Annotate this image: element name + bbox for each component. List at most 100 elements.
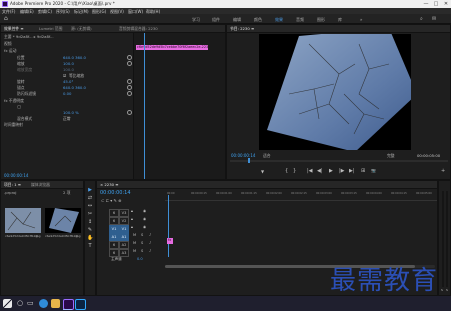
effect-clip-bar[interactable]: c6e9d52de9d5b7cebbe70f6f2aeec2e-2239.jpg: [136, 45, 208, 50]
workspace-graphics[interactable]: 图形: [317, 17, 325, 23]
keyframe-toggle-icon[interactable]: [127, 55, 132, 60]
selection-tool-icon[interactable]: ▶: [87, 187, 93, 193]
workspace-effects[interactable]: 效果: [275, 17, 283, 23]
tab-audio-clip-mixer[interactable]: 音频剪辑混合器: 2230: [119, 26, 158, 32]
step-forward-button[interactable]: |▶: [339, 168, 345, 174]
param-scale-value[interactable]: 100.0: [63, 61, 74, 66]
workspace-learning[interactable]: 学习: [192, 17, 200, 23]
program-monitor-panel: 节目: 2230 ≡ 00:00:00:14 适合 完整 00:00:05:00: [226, 24, 451, 180]
param-anchor-value[interactable]: 640.0 360.0: [63, 85, 86, 90]
project-item-thumbnail[interactable]: [45, 208, 81, 233]
task-view-icon[interactable]: ▭: [27, 299, 34, 307]
tab-media-browser[interactable]: 媒体浏览器: [31, 182, 50, 188]
solo-button[interactable]: S: [141, 241, 143, 245]
playback-quality-select[interactable]: 完整: [387, 153, 395, 159]
go-to-out-button[interactable]: ▶|: [349, 168, 355, 174]
solo-button[interactable]: S: [141, 233, 143, 237]
notification-icon[interactable]: ✉: [432, 16, 436, 22]
keyframe-toggle-icon[interactable]: [127, 85, 132, 90]
go-to-in-button[interactable]: |◀: [307, 168, 313, 174]
hand-tool-icon[interactable]: ✋: [87, 235, 93, 241]
windows-start-icon[interactable]: [3, 299, 12, 308]
tab-source[interactable]: 源: (无剪辑): [71, 26, 92, 32]
razor-tool-icon[interactable]: ✂: [87, 211, 93, 217]
eye-icon[interactable]: ◉: [143, 217, 146, 221]
add-marker-button[interactable]: ▼: [261, 169, 264, 174]
effect-controls-timecode[interactable]: 00:00:00:14: [4, 173, 28, 178]
audio-meter-solo-left[interactable]: S: [441, 288, 443, 292]
workspace-editing[interactable]: 编辑: [233, 17, 241, 23]
mute-button[interactable]: M: [133, 249, 136, 253]
solo-button[interactable]: S: [141, 249, 143, 253]
mark-in-button[interactable]: {: [285, 168, 288, 174]
file-explorer-icon[interactable]: [51, 299, 60, 308]
ripple-edit-tool-icon[interactable]: ↔: [87, 203, 93, 209]
tab-lumetri-scopes[interactable]: Lumetri 范围: [39, 26, 62, 32]
effect-playhead[interactable]: [144, 33, 145, 179]
export-frame-button[interactable]: 📷: [371, 168, 376, 173]
photoshop-taskbar-icon[interactable]: [75, 299, 86, 310]
timeline-timecode[interactable]: 00:00:00:14: [100, 190, 131, 196]
snap-icon[interactable]: ⊂ ⊏ ▾ ✎ ⊕: [101, 198, 122, 203]
audio-meter-solo-right[interactable]: S: [446, 288, 448, 292]
mark-out-button[interactable]: }: [293, 168, 296, 174]
lock-icon[interactable]: 🔒︎: [131, 209, 133, 213]
program-playhead[interactable]: [248, 158, 250, 163]
track-header-v1: V1 V1 🔒︎ ◉: [97, 223, 165, 233]
slip-tool-icon[interactable]: ↕: [87, 219, 93, 225]
mic-icon[interactable]: ♪: [149, 233, 151, 237]
mute-button[interactable]: M: [133, 233, 136, 237]
step-back-button[interactable]: ◀|: [317, 168, 323, 174]
maximize-button[interactable]: □: [431, 0, 441, 8]
workspace-libraries[interactable]: 库: [338, 17, 342, 23]
timeline-ruler[interactable]: 00:00 00:00:00:15 00:00:01:00 00:00:01:1…: [165, 191, 437, 201]
play-button[interactable]: ▶: [329, 168, 333, 174]
search-icon[interactable]: ⌕: [420, 16, 423, 22]
blend-mode-value[interactable]: 正常: [63, 116, 71, 122]
tab-sequence[interactable]: × 2230 ≡: [100, 182, 118, 187]
param-scale-width-value[interactable]: 100.0: [63, 67, 74, 72]
workspace-more[interactable]: »: [360, 17, 362, 22]
home-icon[interactable]: ⌂: [4, 15, 8, 22]
param-position-value[interactable]: 640.0 360.0: [63, 55, 86, 60]
tab-project[interactable]: 项目: 1 ≡: [4, 182, 21, 188]
lock-icon[interactable]: 🔒︎: [131, 225, 133, 229]
program-monitor-title[interactable]: 节目: 2230 ≡: [230, 26, 254, 32]
param-antiflicker-value[interactable]: 0.00: [63, 91, 71, 96]
lift-button[interactable]: ⊞: [361, 168, 365, 174]
tab-effect-controls[interactable]: 效果控件 ≡: [4, 26, 24, 32]
keyframe-toggle-icon[interactable]: [127, 91, 132, 96]
timeline-clip-v1[interactable]: fx: [167, 238, 173, 244]
time-remap-label[interactable]: 时间重映射: [4, 122, 23, 128]
workspace-audio[interactable]: 音频: [296, 17, 304, 23]
pen-tool-icon[interactable]: ✎: [87, 227, 93, 233]
eye-icon[interactable]: ◉: [143, 225, 146, 229]
mute-button[interactable]: M: [133, 241, 136, 245]
button-editor-button[interactable]: +: [441, 168, 445, 174]
minimize-button[interactable]: —: [421, 0, 431, 8]
opacity-value[interactable]: 100.0 %: [63, 110, 79, 115]
timeline-playhead[interactable]: [168, 195, 169, 257]
mic-icon[interactable]: ♪: [149, 241, 151, 245]
project-item-thumbnail[interactable]: [5, 208, 41, 233]
workspace-assembly[interactable]: 组件: [212, 17, 220, 23]
zoom-fit-select[interactable]: 适合: [263, 153, 271, 159]
keyframe-toggle-icon[interactable]: [127, 61, 132, 66]
keyframe-toggle-icon[interactable]: [127, 110, 132, 115]
type-tool-icon[interactable]: T: [87, 243, 93, 249]
edge-browser-icon[interactable]: [39, 299, 48, 308]
uniform-scale-checkbox[interactable]: ☑: [63, 73, 66, 78]
workspace-color[interactable]: 颜色: [254, 17, 262, 23]
track-select-tool-icon[interactable]: ⇄: [87, 195, 93, 201]
program-timecode[interactable]: 00:00:00:14: [231, 153, 255, 158]
motion-effect[interactable]: fx 运动: [4, 48, 16, 54]
eye-icon[interactable]: ◉: [143, 209, 146, 213]
taskbar-search-icon[interactable]: ○: [17, 299, 23, 307]
program-scrub-bar[interactable]: [230, 158, 448, 163]
mic-icon[interactable]: ♪: [149, 249, 151, 253]
master-track-value[interactable]: 0.0: [137, 257, 143, 261]
close-button[interactable]: ✕: [441, 0, 451, 8]
param-rotation-value[interactable]: 45.0°: [63, 79, 73, 84]
keyframe-toggle-icon[interactable]: [127, 79, 132, 84]
lock-icon[interactable]: 🔒︎: [131, 217, 133, 221]
